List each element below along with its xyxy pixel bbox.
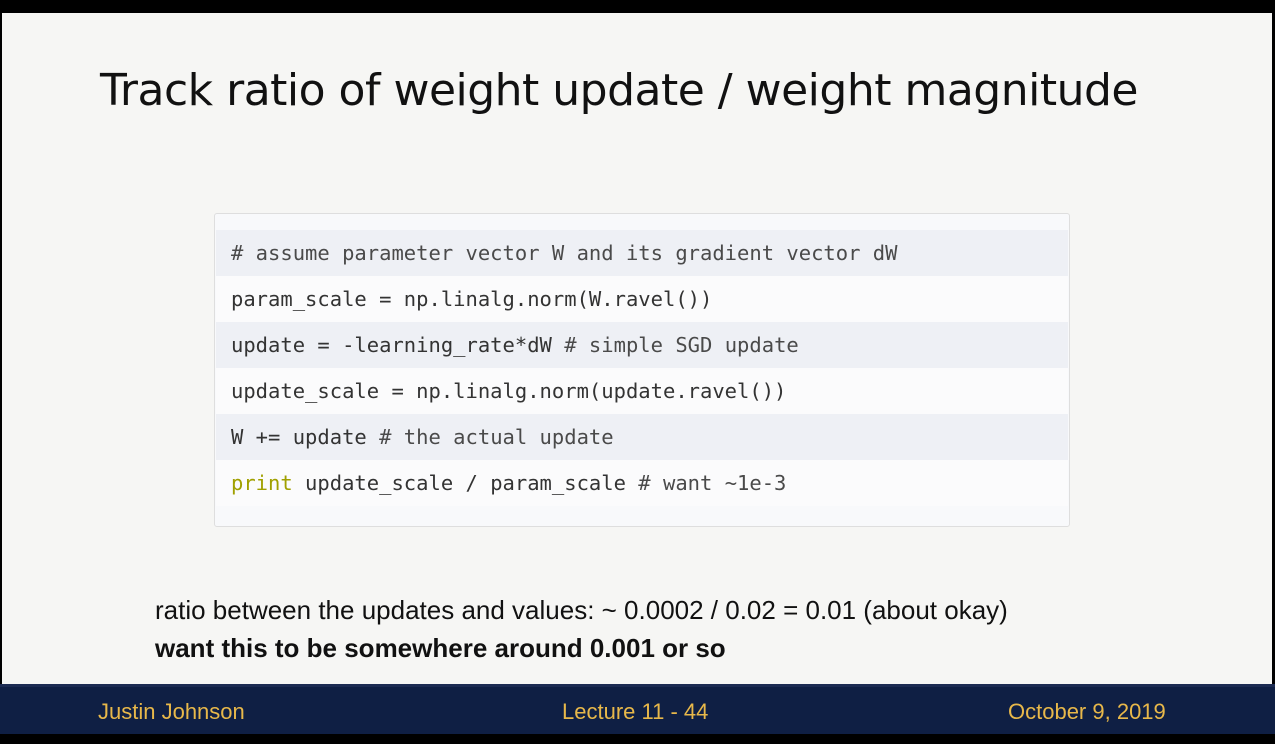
code-text: param_scale = np.linalg.norm(W.ravel()): [231, 287, 713, 311]
slide-title: Track ratio of weight update / weight ma…: [100, 65, 1138, 116]
code-text: update_scale / param_scale: [292, 471, 639, 495]
slide-footer: Justin Johnson Lecture 11 - 44 October 9…: [0, 684, 1275, 734]
code-line-5: W += update # the actual update: [216, 414, 1068, 460]
footer-date: October 9, 2019: [1008, 699, 1166, 724]
code-text: update = -learning_rate*dW: [231, 333, 565, 357]
footer-author: Justin Johnson: [98, 699, 245, 724]
slide: Track ratio of weight update / weight ma…: [2, 13, 1272, 684]
code-comment: # simple SGD update: [564, 333, 799, 357]
code-line-6: print update_scale / param_scale # want …: [216, 460, 1068, 506]
code-comment: # assume parameter vector W and its grad…: [231, 241, 898, 265]
video-frame: Track ratio of weight update / weight ma…: [0, 0, 1275, 744]
ratio-text: ratio between the updates and values: ~ …: [155, 595, 1008, 625]
footer-lecture: Lecture 11 - 44: [562, 699, 709, 724]
code-line-3: update = -learning_rate*dW # simple SGD …: [216, 322, 1068, 368]
code-keyword: print: [231, 471, 293, 495]
code-line-4: update_scale = np.linalg.norm(update.rav…: [216, 368, 1068, 414]
code-text: W += update: [231, 425, 380, 449]
code-block: # assume parameter vector W and its grad…: [214, 213, 1070, 527]
code-line-1: # assume parameter vector W and its grad…: [216, 230, 1068, 276]
code-text: update_scale = np.linalg.norm(update.rav…: [231, 379, 787, 403]
code-line-2: param_scale = np.linalg.norm(W.ravel()): [216, 276, 1068, 322]
code-comment: # the actual update: [379, 425, 614, 449]
target-ratio-text: want this to be somewhere around 0.001 o…: [155, 633, 726, 663]
code-comment: # want ~1e-3: [638, 471, 787, 495]
